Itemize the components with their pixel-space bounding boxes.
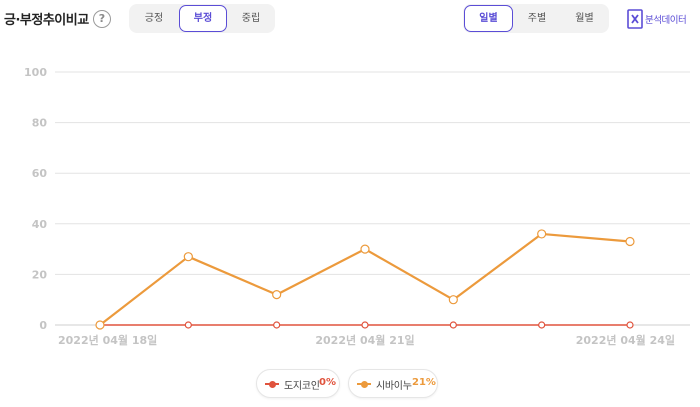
tab-monthly[interactable]: 월별	[561, 5, 608, 32]
x-tick-label-0: 2022년 04월 18일	[58, 333, 157, 347]
tab-positive[interactable]: 긍정	[130, 5, 178, 32]
chart-title: 긍·부정추이비교	[4, 13, 89, 28]
series-1-point-6	[626, 321, 634, 329]
legend-value-dogecoin: 0%	[319, 377, 336, 388]
series-1-point-1	[184, 321, 192, 329]
legend-marker-dogecoin	[265, 380, 279, 388]
trend-line-chart: 0 20 40 60 80 100 2022년 04월 18일 2022년 04월 21일 20…	[24, 66, 690, 347]
tab-neutral[interactable]: 중립	[227, 5, 275, 32]
legend-item-shiba-inu[interactable]: 시바이누 21%	[348, 369, 438, 398]
series-2-point-5	[537, 229, 547, 239]
excel-icon	[627, 9, 643, 29]
series-2-point-6	[625, 236, 635, 247]
series-1-point-3	[361, 321, 369, 329]
legend-label-dogecoin: 도지코인	[284, 381, 320, 392]
help-icon[interactable]: ?	[93, 10, 111, 28]
legend-marker-shiba-inu	[357, 380, 371, 388]
tab-negative[interactable]: 부정	[179, 5, 227, 32]
chart-header: 긍·부정추이비교 ? 긍정 부정 중립 일별 주별 월별 분석데이터	[0, 0, 700, 40]
y-tick-label-40: 40	[32, 218, 48, 231]
y-tick-label-0: 0	[39, 319, 47, 332]
series-1-point-5	[538, 321, 546, 329]
period-tab-group: 일별 주별 월별	[463, 4, 609, 33]
series-2-point-3	[360, 244, 370, 254]
series-2-point-2	[272, 290, 282, 300]
series-2-point-4	[448, 295, 458, 305]
analysis-data-button[interactable]: 분석데이터	[627, 7, 699, 31]
analysis-data-label: 분석데이터	[645, 15, 687, 26]
legend-value-shiba-inu: 21%	[412, 377, 436, 388]
tab-weekly[interactable]: 주별	[513, 5, 561, 32]
series-2-point-0	[95, 320, 105, 330]
y-tick-label-80: 80	[32, 117, 48, 130]
series-1-point-4	[449, 321, 457, 329]
sentiment-tab-group: 긍정 부정 중립	[129, 4, 275, 33]
y-tick-label-20: 20	[32, 268, 48, 281]
series-2-point-1	[183, 252, 193, 262]
y-tick-label-60: 60	[32, 167, 48, 180]
tab-daily[interactable]: 일별	[464, 5, 513, 32]
y-tick-label-100: 100	[24, 66, 47, 79]
series-1-point-2	[273, 321, 281, 329]
legend-label-shiba-inu: 시바이누	[376, 381, 412, 392]
x-tick-label-6: 2022년 04월 24일	[576, 333, 675, 347]
x-tick-label-3: 2022년 04월 21일	[315, 333, 414, 347]
legend-item-dogecoin[interactable]: 도지코인 0%	[256, 369, 340, 398]
